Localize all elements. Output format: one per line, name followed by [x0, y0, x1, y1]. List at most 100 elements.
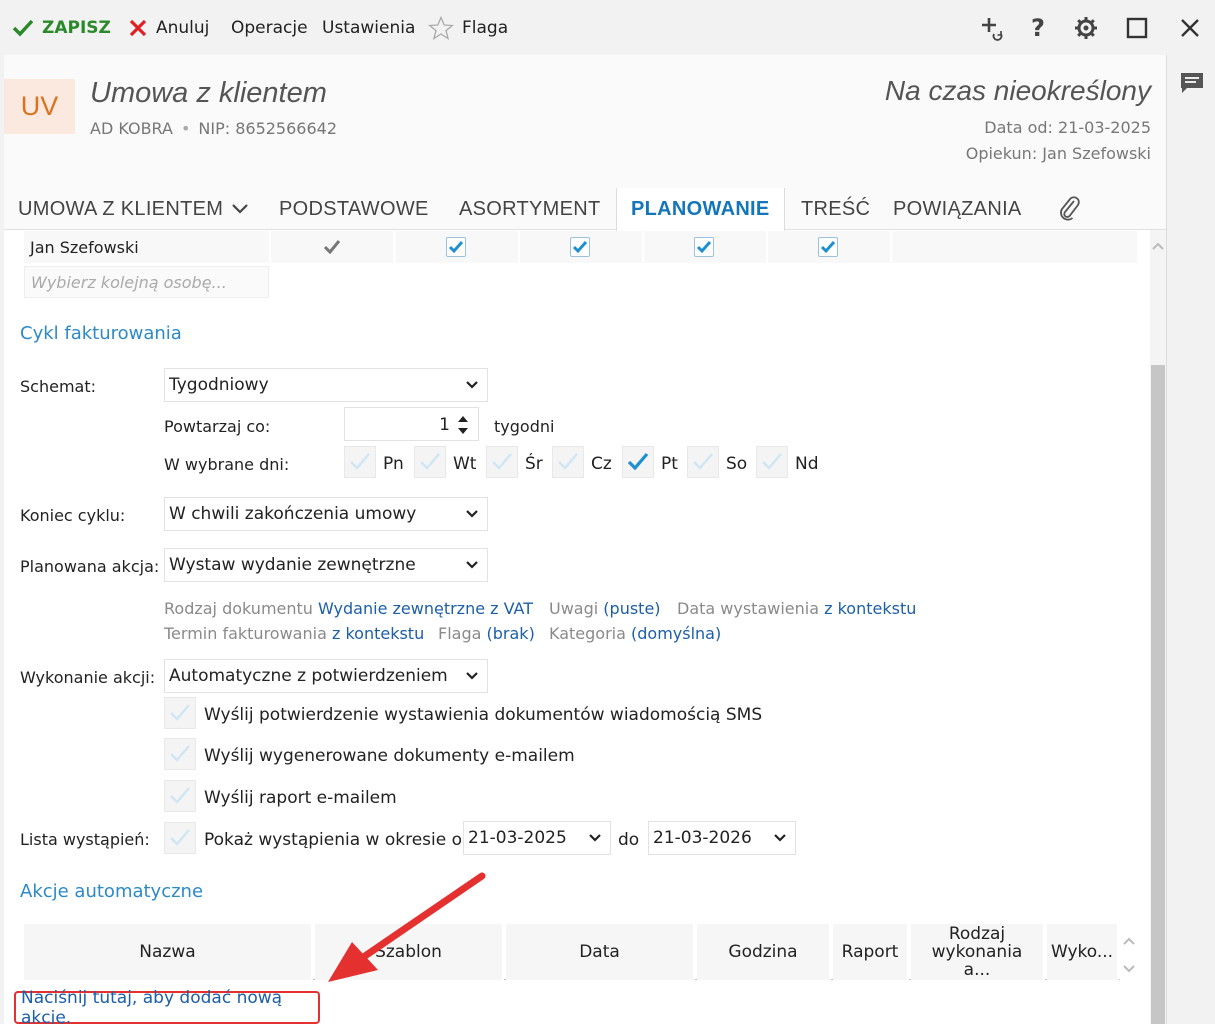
- occurrences-to-value: 21-03-2026: [653, 828, 752, 848]
- add-related-button[interactable]: [972, 0, 1012, 55]
- column-header-execution-type[interactable]: Rodzaj wykonania a...: [911, 924, 1045, 980]
- tab-label: ASORTYMENT: [459, 197, 601, 220]
- scroll-thumb[interactable]: [1151, 365, 1165, 1024]
- stepper-arrows-icon[interactable]: [456, 413, 470, 437]
- permission-checkbox[interactable]: [694, 237, 714, 257]
- billing-term-link[interactable]: z kontekstu: [332, 624, 424, 643]
- tab-label: TREŚĆ: [801, 197, 871, 220]
- help-button[interactable]: ?: [1018, 0, 1058, 55]
- email-report-label: Wyślij raport e-mailem: [204, 788, 397, 808]
- add-action-link[interactable]: Naciśnij tutaj, aby dodać nową akcję.: [14, 988, 320, 1024]
- check-icon: [350, 453, 370, 470]
- doc-type-label: Rodzaj dokumentu: [164, 599, 313, 618]
- schema-label: Schemat:: [20, 377, 96, 396]
- person-empty-cell: [892, 231, 1137, 263]
- tab-attachments[interactable]: [1058, 188, 1082, 230]
- repeat-stepper[interactable]: 1: [344, 407, 479, 441]
- comments-button[interactable]: [1179, 71, 1205, 99]
- document-card: UV Umowa z klientem AD KOBRA • NIP: 865256…: [4, 55, 1166, 1024]
- sms-confirmation-label: Wyślij potwierdzenie wystawienia dokumen…: [204, 705, 763, 725]
- add-person-input[interactable]: Wybierz kolejną osobę...: [24, 266, 269, 298]
- day-label-7: Nd: [795, 454, 819, 474]
- permission-checkbox[interactable]: [570, 237, 590, 257]
- day-checkbox-6[interactable]: [687, 446, 719, 478]
- check-icon: [170, 704, 190, 721]
- day-checkbox-4[interactable]: [552, 446, 584, 478]
- cancel-button[interactable]: Anuluj: [128, 0, 209, 55]
- settings-menu[interactable]: Ustawienia: [322, 0, 415, 55]
- document-subtitle: AD KOBRA • NIP: 8652566642: [90, 119, 337, 138]
- content-scrollbar[interactable]: [1150, 230, 1166, 1024]
- email-documents-checkbox[interactable]: [164, 738, 196, 770]
- email-documents-label: Wyślij wygenerowane dokumenty e-mailem: [204, 746, 575, 766]
- action-execution-label: Wykonanie akcji:: [20, 668, 156, 687]
- tab-powiazania[interactable]: POWIĄZANIA: [893, 188, 1022, 230]
- column-header-name[interactable]: Nazwa: [24, 924, 313, 980]
- column-header-date[interactable]: Data: [506, 924, 695, 980]
- scroll-up-button[interactable]: [1151, 236, 1165, 250]
- check-icon: [170, 745, 190, 762]
- settings-button[interactable]: [1066, 0, 1106, 55]
- check-icon: [170, 787, 190, 804]
- day-checkbox-5[interactable]: [622, 446, 654, 478]
- notes-link[interactable]: (puste): [603, 599, 660, 618]
- email-report-checkbox[interactable]: [164, 780, 196, 812]
- category-label: Kategoria: [549, 624, 626, 643]
- days-label: W wybrane dni:: [164, 455, 290, 474]
- doc-type-link[interactable]: Wydanie zewnętrzne z VAT: [318, 599, 533, 618]
- person-permission-cell: [271, 231, 393, 263]
- occurrences-from-value: 21-03-2025: [468, 828, 567, 848]
- close-button[interactable]: [1170, 0, 1210, 55]
- permission-checkbox[interactable]: [446, 237, 466, 257]
- check-icon: [762, 453, 782, 470]
- permission-checkbox[interactable]: [818, 237, 838, 257]
- cycle-end-select[interactable]: W chwili zakończenia umowy: [164, 497, 488, 531]
- star-icon: [428, 15, 454, 40]
- column-header-time[interactable]: Godzina: [697, 924, 831, 980]
- chevron-down-icon: [589, 834, 601, 842]
- day-checkbox-7[interactable]: [756, 446, 788, 478]
- day-checkbox-1[interactable]: [344, 446, 376, 478]
- chevron-down-icon: [466, 381, 478, 389]
- flag-button[interactable]: Flaga: [428, 0, 508, 55]
- repeat-unit: tygodni: [494, 417, 555, 436]
- separator-dot: •: [180, 119, 191, 138]
- check-icon: [693, 453, 713, 470]
- table-scroll-down[interactable]: [1122, 959, 1136, 978]
- tab-label: UMOWA Z KLIENTEM: [18, 197, 224, 220]
- tab-tresc[interactable]: TREŚĆ: [801, 188, 870, 230]
- tab-asortyment[interactable]: ASORTYMENT: [459, 188, 601, 230]
- show-occurrences-checkbox[interactable]: [164, 822, 196, 854]
- occurrences-from-select[interactable]: 21-03-2025: [463, 821, 611, 855]
- day-checkbox-2[interactable]: [414, 446, 446, 478]
- tab-podstawowe[interactable]: PODSTAWOWE: [279, 188, 429, 230]
- document-title: Umowa z klientem: [90, 77, 327, 109]
- person-permission-cell: [768, 231, 890, 263]
- operations-menu[interactable]: Operacje: [231, 0, 308, 55]
- category-link[interactable]: (domyślna): [631, 624, 721, 643]
- flag-info-link[interactable]: (brak): [487, 624, 535, 643]
- tab-bar: UMOWA Z KLIENTEM PODSTAWOWE ASORTYMENT P…: [4, 188, 1166, 231]
- tab-umowa-z-klientem[interactable]: UMOWA Z KLIENTEM: [18, 188, 249, 230]
- column-header-executed[interactable]: Wyko...: [1047, 924, 1119, 980]
- cycle-end-value: W chwili zakończenia umowy: [169, 504, 417, 524]
- sms-confirmation-checkbox[interactable]: [164, 697, 196, 729]
- column-header-report[interactable]: Raport: [833, 924, 909, 980]
- chevron-down-icon: [466, 672, 478, 680]
- tab-planowanie[interactable]: PLANOWANIE: [616, 188, 785, 231]
- maximize-button[interactable]: [1117, 0, 1157, 55]
- planned-action-select[interactable]: Wystaw wydanie zewnętrzne: [164, 548, 488, 582]
- table-scroll-up[interactable]: [1122, 931, 1136, 950]
- cancel-label: Anuluj: [156, 17, 210, 38]
- check-icon: [572, 241, 588, 254]
- day-checkbox-3[interactable]: [486, 446, 518, 478]
- save-button[interactable]: ZAPISZ: [12, 0, 111, 55]
- issue-date-link[interactable]: z kontekstu: [824, 599, 916, 618]
- check-icon: [448, 241, 464, 254]
- occurrences-to-select[interactable]: 21-03-2026: [648, 821, 796, 855]
- schema-select[interactable]: Tygodniowy: [164, 368, 488, 402]
- day-label-6: So: [726, 454, 748, 474]
- action-execution-select[interactable]: Automatyczne z potwierdzeniem: [164, 659, 488, 693]
- chevron-down-icon: [774, 834, 786, 842]
- doc-type-info: Rodzaj dokumentu Wydanie zewnętrzne z VA…: [164, 599, 533, 618]
